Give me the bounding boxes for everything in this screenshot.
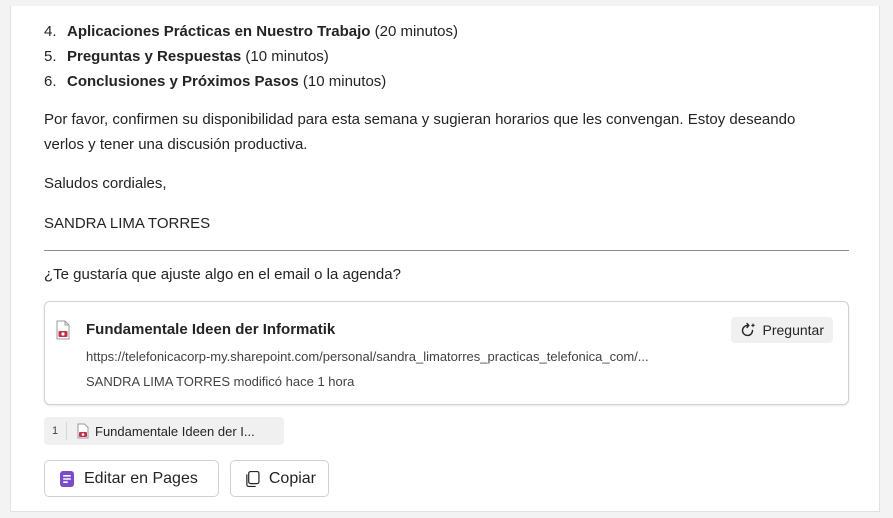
file-modified-info: SANDRA LIMA TORRES modificó hace 1 hora: [86, 374, 355, 389]
agenda-item-number: 6.: [44, 73, 57, 90]
agenda-item-duration: (20 minutos): [370, 23, 458, 40]
ask-button-label: Preguntar: [762, 322, 824, 338]
copy-button[interactable]: Copiar: [230, 460, 329, 497]
agenda-item-number: 4.: [44, 23, 57, 40]
agenda-item-title: Preguntas y Respuestas: [67, 48, 242, 65]
file-url: https://telefonicacorp-my.sharepoint.com…: [86, 349, 649, 364]
agenda-item: 4. Aplicaciones Prácticas en Nuestro Trab…: [44, 19, 458, 44]
signature-text: SANDRA LIMA TORRES: [44, 215, 211, 232]
agenda-item-title: Conclusiones y Próximos Pasos: [67, 73, 299, 90]
ask-sparkle-icon: [741, 322, 755, 337]
agenda-item-title: Aplicaciones Prácticas en Nuestro Trabaj…: [67, 23, 371, 40]
reference-number: 1: [44, 422, 67, 440]
copy-label: Copiar: [268, 469, 316, 487]
closing-text: Saludos cordiales,: [44, 175, 167, 192]
reference-chip[interactable]: 1 Fundamentale Ideen der I...: [44, 417, 284, 445]
chat-message-panel: 4. Aplicaciones Prácticas en Nuestro Trab…: [10, 6, 880, 512]
agenda-item: 6. Conclusiones y Próximos Pasos (10 minu…: [44, 69, 458, 94]
pdf-file-icon: [77, 423, 89, 439]
edit-in-pages-label: Editar en Pages: [84, 469, 198, 487]
reference-label: Fundamentale Ideen der I...: [95, 423, 255, 439]
pdf-file-icon: [56, 320, 70, 340]
file-title[interactable]: Fundamentale Ideen der Informatik: [86, 319, 335, 341]
agenda-item: 5. Preguntas y Respuestas (10 minutos): [44, 44, 458, 69]
agenda-item-duration: (10 minutos): [241, 48, 329, 65]
pages-icon: [60, 470, 74, 487]
agenda-list: 4. Aplicaciones Prácticas en Nuestro Trab…: [44, 19, 458, 94]
ask-button[interactable]: Preguntar: [730, 317, 833, 343]
divider: [44, 250, 849, 251]
edit-in-pages-button[interactable]: Editar en Pages: [44, 460, 219, 497]
agenda-item-duration: (10 minutos): [298, 73, 387, 90]
agenda-item-number: 5.: [44, 48, 57, 65]
availability-paragraph: Por favor, confirmen su disponibilidad p…: [44, 111, 796, 153]
file-reference-card[interactable]: Fundamentale Ideen der Informatik https:…: [44, 301, 849, 405]
copy-icon: [246, 470, 260, 487]
followup-question: ¿Te gustaría que ajuste algo en el email…: [44, 266, 401, 283]
